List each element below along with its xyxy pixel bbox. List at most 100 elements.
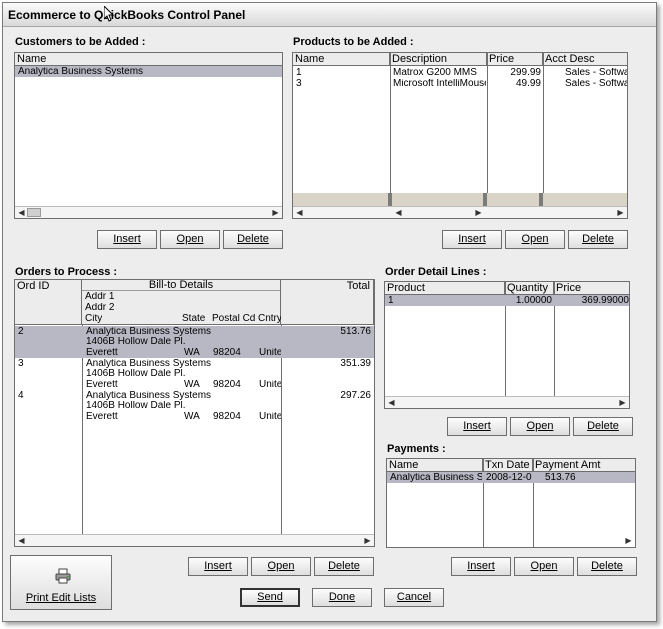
orders-open-button[interactable]: Open	[251, 557, 311, 576]
print-edit-lists-button[interactable]: Print Edit Lists	[10, 555, 112, 610]
products-list[interactable]: Name Description Price Acct Desc 1 Matro…	[292, 52, 628, 219]
scroll-left-icon[interactable]: ◀	[393, 207, 404, 218]
order-bill-city[interactable]: Everett	[86, 412, 118, 422]
detail-hscroll[interactable]: ◀ ▶	[385, 396, 629, 408]
payments-list[interactable]: Name Txn Date Payment Amt Analytica Busi…	[386, 458, 636, 548]
order-bill-addr[interactable]: 1406B Hollow Dale Pl.	[86, 337, 186, 347]
product-price[interactable]: 49.99	[489, 79, 541, 89]
detail-open-button[interactable]: Open	[510, 417, 570, 436]
detail-insert-button[interactable]: Insert	[447, 417, 507, 436]
payments-open-button[interactable]: Open	[514, 557, 574, 576]
header-addr2: Addr 2	[85, 303, 115, 313]
order-bill-name[interactable]: Analytica Business Systems	[86, 391, 211, 401]
detail-product[interactable]: 1	[388, 296, 394, 306]
products-header-price[interactable]: Price	[487, 53, 543, 66]
orders-list[interactable]: Ord ID Bill-to Details Addr 1 Addr 2 Cit…	[14, 279, 375, 547]
send-button[interactable]: Send	[240, 588, 300, 607]
order-bill-city[interactable]: Everett	[86, 348, 118, 358]
scroll-thumb[interactable]	[27, 208, 41, 217]
customer-name[interactable]: Analytica Business Systems	[18, 67, 143, 77]
customers-open-button[interactable]: Open	[160, 230, 220, 249]
payment-amount[interactable]: 513.76	[545, 473, 576, 483]
products-col-scroll-strip	[293, 193, 627, 206]
orders-hscroll[interactable]: ◀ ▶	[15, 534, 374, 546]
order-total[interactable]: 297.26	[285, 391, 371, 401]
mouse-pointer-icon	[104, 6, 114, 22]
orders-delete-button[interactable]: Delete	[314, 557, 374, 576]
orders-insert-button[interactable]: Insert	[188, 557, 248, 576]
customers-insert-button[interactable]: Insert	[97, 230, 157, 249]
order-bill-postal[interactable]: 98204	[213, 348, 241, 358]
customers-delete-button[interactable]: Delete	[223, 230, 283, 249]
detail-quantity[interactable]: 1.00000	[506, 296, 552, 306]
order-bill-name[interactable]: Analytica Business Systems	[86, 327, 211, 337]
customers-list[interactable]: Name Analytica Business Systems ◀ ▶	[14, 52, 283, 219]
customers-hscroll[interactable]: ◀ ▶	[15, 206, 282, 218]
product-acct[interactable]: Sales - Software	[565, 79, 627, 89]
customers-header-name[interactable]: Name	[15, 53, 282, 66]
detail-lines-list[interactable]: Product Quantity Price 1 1.00000 369.990…	[384, 281, 630, 409]
order-bill-cntry[interactable]: United	[259, 412, 281, 422]
title-bar[interactable]: Ecommerce to QuickBooks Control Panel	[3, 3, 656, 27]
cancel-button[interactable]: Cancel	[384, 588, 444, 607]
products-header-name[interactable]: Name	[293, 53, 390, 66]
order-bill-state[interactable]: WA	[184, 412, 200, 422]
product-description[interactable]: Microsoft IntelliMouse Pro	[393, 79, 486, 89]
product-name[interactable]: 1	[296, 68, 302, 78]
done-button[interactable]: Done	[312, 588, 372, 607]
order-bill-addr[interactable]: 1406B Hollow Dale Pl.	[86, 401, 186, 411]
orders-header-total[interactable]: Total	[281, 280, 374, 325]
scroll-right-icon[interactable]: ▶	[617, 397, 628, 408]
orders-header-ord-id[interactable]: Ord ID	[15, 280, 82, 325]
order-bill-city[interactable]: Everett	[86, 380, 118, 390]
scroll-right-icon[interactable]: ▶	[270, 207, 281, 218]
scroll-left-icon[interactable]: ◀	[16, 207, 27, 218]
payment-txn-date[interactable]: 2008-12-07	[486, 473, 532, 483]
scroll-right-icon[interactable]: ▶	[615, 207, 626, 218]
order-total[interactable]: 351.39	[285, 359, 371, 369]
order-bill-state[interactable]: WA	[184, 380, 200, 390]
detail-delete-button[interactable]: Delete	[573, 417, 633, 436]
order-bill-postal[interactable]: 98204	[213, 412, 241, 422]
payments-delete-button[interactable]: Delete	[577, 557, 637, 576]
order-bill-cntry[interactable]: United	[259, 380, 281, 390]
header-addr1: Addr 1	[85, 292, 115, 302]
products-header-acct[interactable]: Acct Desc	[543, 53, 627, 66]
products-open-button[interactable]: Open	[505, 230, 565, 249]
scroll-right-icon[interactable]: ▶	[473, 207, 484, 218]
payment-name[interactable]: Analytica Business Systems	[390, 473, 482, 483]
printer-icon	[55, 568, 71, 584]
payments-header-amount[interactable]: Payment Amt	[533, 459, 635, 472]
products-hscroll[interactable]: ◀ ◀ ▶ ▶	[293, 206, 627, 218]
products-header-description[interactable]: Description	[390, 53, 487, 66]
scroll-left-icon[interactable]: ◀	[386, 397, 397, 408]
order-bill-addr[interactable]: 1406B Hollow Dale Pl.	[86, 369, 186, 379]
payments-scroll[interactable]: ▶	[623, 535, 635, 547]
order-id[interactable]: 2	[18, 327, 24, 337]
detail-header-product[interactable]: Product	[385, 282, 505, 295]
product-name[interactable]: 3	[296, 79, 302, 89]
order-bill-cntry[interactable]: United	[259, 348, 281, 358]
product-acct[interactable]: Sales - Software	[565, 68, 627, 78]
order-total[interactable]: 513.76	[285, 327, 371, 337]
order-id[interactable]: 3	[18, 359, 24, 369]
scroll-left-icon[interactable]: ◀	[16, 535, 27, 546]
detail-header-price[interactable]: Price	[554, 282, 629, 295]
payments-header-txn-date[interactable]: Txn Date	[483, 459, 533, 472]
scroll-right-icon[interactable]: ▶	[623, 535, 634, 546]
detail-price[interactable]: 369.99000	[555, 296, 629, 306]
product-price[interactable]: 299.99	[489, 68, 541, 78]
order-bill-name[interactable]: Analytica Business Systems	[86, 359, 211, 369]
product-description[interactable]: Matrox G200 MMS	[393, 68, 486, 78]
scroll-left-icon[interactable]: ◀	[294, 207, 305, 218]
payments-insert-button[interactable]: Insert	[451, 557, 511, 576]
order-bill-state[interactable]: WA	[184, 348, 200, 358]
order-bill-postal[interactable]: 98204	[213, 380, 241, 390]
detail-header-quantity[interactable]: Quantity	[505, 282, 554, 295]
products-delete-button[interactable]: Delete	[568, 230, 628, 249]
order-id[interactable]: 4	[18, 391, 24, 401]
payments-header-name[interactable]: Name	[387, 459, 483, 472]
scroll-right-icon[interactable]: ▶	[362, 535, 373, 546]
orders-header-bill-to[interactable]: Bill-to Details Addr 1 Addr 2 City State…	[82, 280, 282, 325]
products-insert-button[interactable]: Insert	[442, 230, 502, 249]
